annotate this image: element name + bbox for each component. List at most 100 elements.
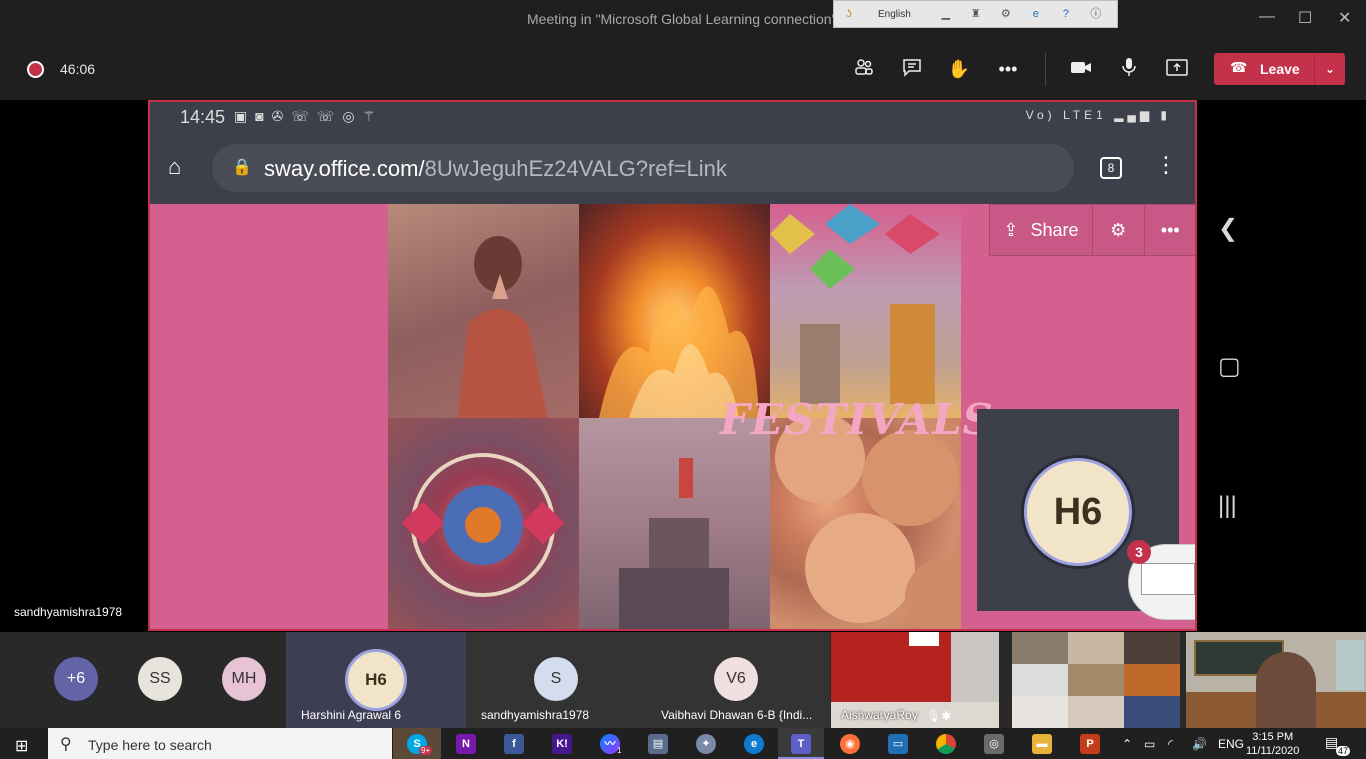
rangoli-image	[388, 418, 579, 629]
onenote-icon[interactable]: N	[456, 734, 476, 754]
teams-icon: T	[791, 734, 811, 754]
laddoo-image	[770, 413, 985, 629]
tab-count-button[interactable]: 8	[1100, 157, 1122, 179]
more-participants-button[interactable]: +6	[54, 657, 98, 701]
language-label[interactable]: English	[878, 9, 911, 20]
participant-name: Vaibhavi Dhawan 6-B {Indi...	[661, 708, 813, 722]
ie-icon[interactable]: e	[1029, 7, 1043, 21]
powerpoint-icon[interactable]: P	[1080, 734, 1100, 754]
url-path: 8UwJeguhEz24VALG?ref=Link	[424, 156, 727, 181]
phone-hangup-icon: ☎	[1230, 59, 1248, 75]
info-icon[interactable]: ⓘ	[1089, 7, 1103, 21]
share-icon: ⇪	[1003, 219, 1019, 240]
shared-screen: 14:45 ▣◙✇☏☏◎⚚ Vo) LTE1 ▂▄▆ ▮ ⌂ 🔒 sway.of…	[148, 100, 1197, 631]
more-icon[interactable]: •••	[995, 56, 1021, 82]
system-clock[interactable]: 3:15 PM 11/11/2020	[1246, 730, 1299, 758]
video-tile-aishwarya[interactable]: AishwaryaRoy 🎙✱	[831, 632, 999, 728]
sway-settings-icon[interactable]: ⚙	[1093, 205, 1145, 255]
meeting-timer: 46:06	[60, 61, 96, 77]
camera-icon[interactable]	[1068, 56, 1094, 82]
participant-tile-vaibhavi[interactable]: V6 Vaibhavi Dhawan 6-B {Indi...	[646, 632, 830, 728]
kahoot-icon[interactable]: K!	[552, 734, 572, 754]
chat-icon[interactable]	[899, 56, 925, 82]
participant-avatar-h6: H6	[345, 649, 407, 711]
participant-name: sandhyamishra1978	[481, 708, 590, 722]
chevron-down-icon[interactable]: ⌄	[1314, 53, 1345, 85]
signal-icons: Vo) LTE1 ▂▄▆ ▮	[1025, 108, 1171, 122]
tray-chevron-icon[interactable]: ⌃	[1122, 737, 1132, 751]
language-bar[interactable]: ʖ English ▁ ♜ ⚙ e ? ⓘ	[833, 0, 1118, 28]
file-explorer-icon[interactable]: ▬	[1032, 734, 1052, 754]
keyboard-icon[interactable]: ▁	[939, 7, 953, 21]
search-icon: ⚲	[60, 736, 72, 753]
human-pyramid-image	[579, 418, 770, 629]
recents-nav-icon[interactable]: |||	[1218, 492, 1237, 520]
firefox-icon[interactable]: ◉	[840, 734, 860, 754]
skype-badge: 9+	[419, 746, 433, 755]
camera-app-icon[interactable]: ◎	[984, 734, 1004, 754]
recording-icon	[27, 61, 44, 78]
participant-avatar-s: S	[534, 657, 578, 701]
maximize-button[interactable]: ☐	[1298, 8, 1312, 28]
address-bar[interactable]: 🔒 sway.office.com/8UwJeguhEz24VALG?ref=L…	[212, 144, 1074, 192]
computer-icon[interactable]: ▭	[888, 734, 908, 754]
volume-icon[interactable]: 🔊	[1192, 737, 1207, 751]
meeting-toolbar	[0, 38, 1366, 100]
participant-tile-harshini[interactable]: H6 Harshini Agrawal 6	[286, 632, 466, 728]
minimize-button[interactable]: —	[1259, 8, 1275, 26]
lte-indicator: Vo) LTE1	[1025, 108, 1107, 122]
url-domain: sway.office.com/	[264, 156, 425, 181]
participant-name: AishwaryaRoy	[841, 708, 918, 722]
share-screen-icon[interactable]	[1164, 56, 1190, 82]
messenger-badge: 1	[617, 746, 622, 755]
battery-icon[interactable]: ▭	[1144, 737, 1155, 751]
taskbar-search[interactable]: ⚲ Type here to search	[48, 728, 392, 759]
document-thumbnail	[1141, 563, 1195, 595]
ime-icon[interactable]: ʖ	[842, 7, 856, 21]
home-nav-icon[interactable]: ▢	[1218, 352, 1241, 381]
participants-icon[interactable]	[851, 56, 877, 82]
leave-button[interactable]: ☎ Leave ⌄	[1214, 53, 1345, 85]
windows-start-icon[interactable]: ⊞	[15, 736, 28, 756]
mic-off-icon: 🎙✱	[926, 709, 952, 723]
share-label: Share	[1030, 219, 1079, 240]
close-button[interactable]: ✕	[1338, 8, 1351, 28]
facebook-icon[interactable]: f	[504, 734, 524, 754]
participant-avatar-ss[interactable]: SS	[138, 657, 182, 701]
settings-icon[interactable]: ⚙	[999, 7, 1013, 21]
participant-avatar-mh[interactable]: MH	[222, 657, 266, 701]
praying-woman-image	[388, 204, 579, 418]
share-button[interactable]: ⇪ Share	[990, 205, 1093, 255]
kites-image	[770, 204, 961, 418]
video-tile-gallery[interactable]	[1012, 632, 1180, 728]
browser-toolbar: ⌂ 🔒 sway.office.com/8UwJeguhEz24VALG?ref…	[150, 132, 1195, 204]
menu-icon[interactable]: ⋮	[1155, 152, 1177, 178]
home-icon[interactable]: ⌂	[168, 154, 181, 180]
network-app-icon[interactable]: ▤	[648, 734, 668, 754]
raise-hand-icon[interactable]: ✋	[946, 56, 972, 82]
brush-icon[interactable]: ♜	[969, 7, 983, 21]
clock-date: 11/11/2020	[1246, 745, 1300, 757]
satellite-app-icon[interactable]: ✦	[696, 734, 716, 754]
teams-taskbar-item[interactable]: T	[778, 728, 824, 759]
participant-name: Harshini Agrawal 6	[301, 708, 402, 722]
phone-status-bar: 14:45 ▣◙✇☏☏◎⚚ Vo) LTE1 ▂▄▆ ▮	[150, 102, 1195, 132]
participant-tile-sandhya[interactable]: S sandhyamishra1978	[466, 632, 646, 728]
sway-more-icon[interactable]: •••	[1145, 205, 1196, 255]
skype-taskbar-item[interactable]: S 9+	[393, 728, 441, 759]
edge-icon[interactable]: e	[744, 734, 764, 754]
mic-icon[interactable]	[1116, 56, 1142, 82]
bonfire-image	[579, 204, 770, 418]
presenter-label: sandhyamishra1978	[6, 602, 131, 622]
video-tile-classroom[interactable]	[1186, 632, 1366, 728]
notification-badge: 3	[1127, 540, 1151, 564]
back-nav-icon[interactable]: ❮	[1218, 214, 1238, 243]
phone-clock: 14:45	[180, 107, 226, 127]
chrome-icon[interactable]	[936, 734, 956, 754]
windows-taskbar: ⊞ ⚲ Type here to search S 9+ N f K! 〰 1 …	[0, 728, 1366, 759]
url-text: sway.office.com/8UwJeguhEz24VALG?ref=Lin…	[264, 156, 727, 182]
language-indicator[interactable]: ENG	[1218, 737, 1244, 751]
wifi-icon[interactable]: ◜	[1168, 737, 1173, 751]
help-icon[interactable]: ?	[1059, 7, 1073, 21]
participant-avatar-v6: V6	[714, 657, 758, 701]
